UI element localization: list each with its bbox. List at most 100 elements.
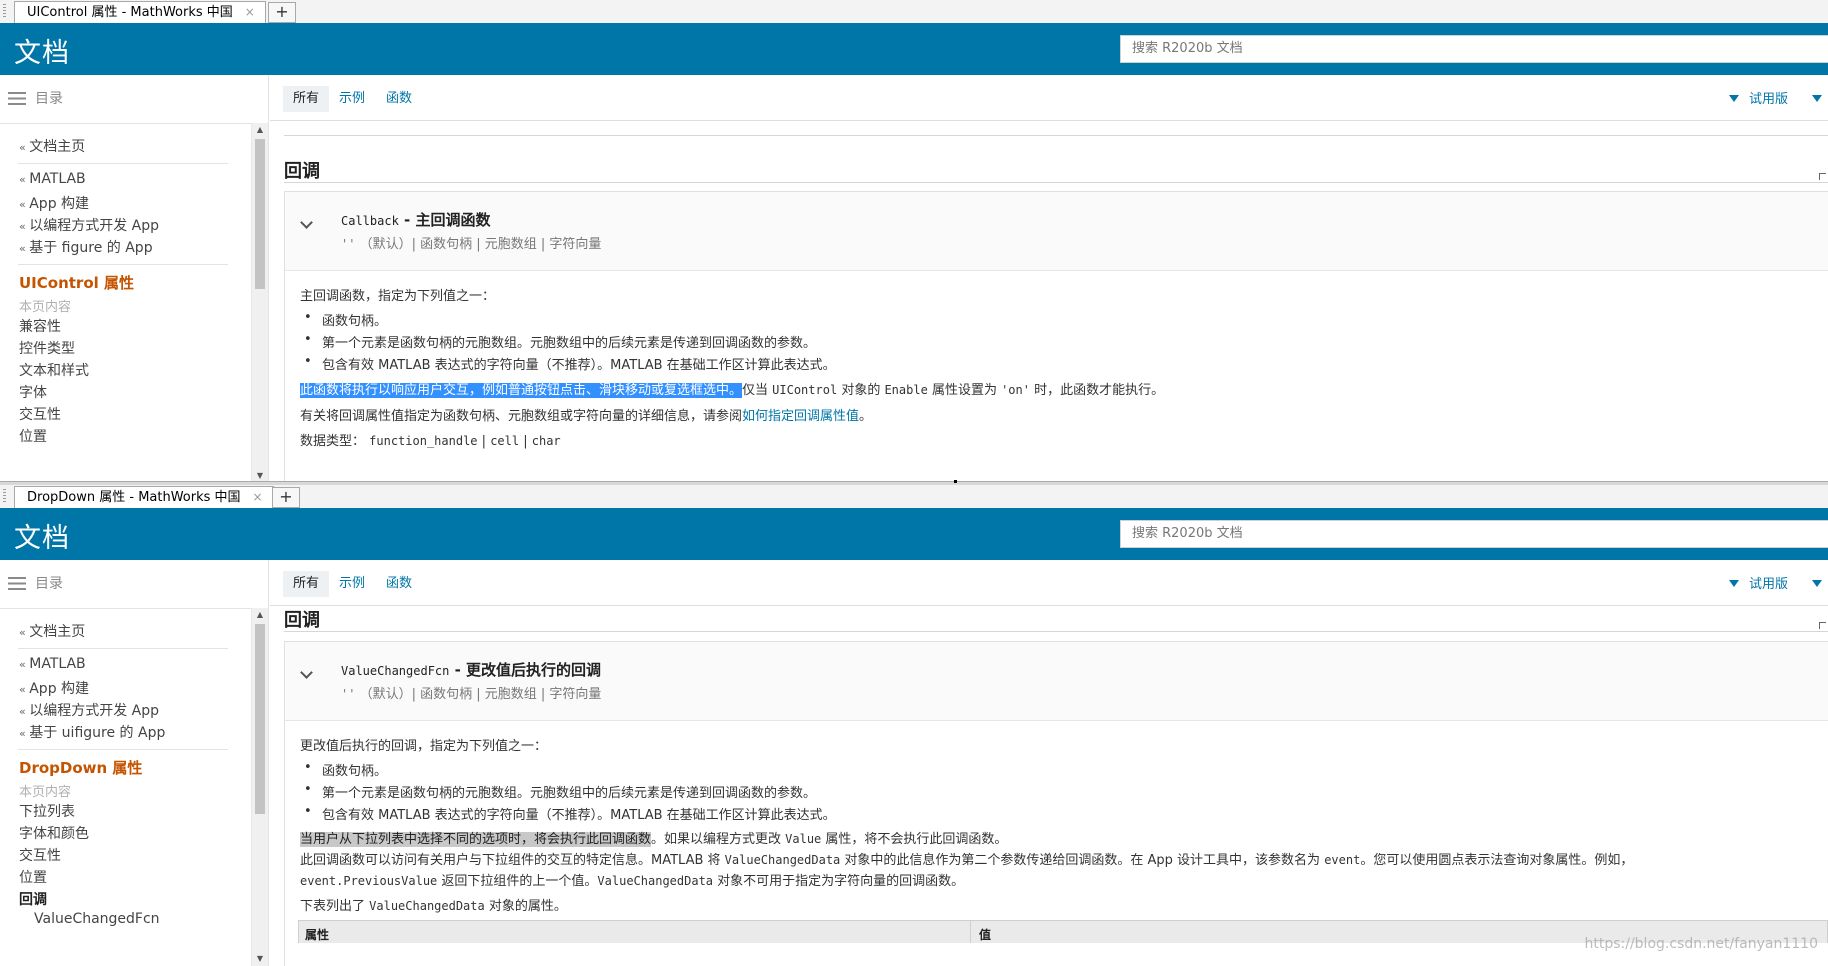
text: 对象的属性。 (484, 899, 567, 914)
text: 此回调函数可以访问有关用户与下拉组件的交互的特定信息。MATLAB 将 (300, 853, 725, 868)
toc-back-link[interactable]: 基于 uifigure 的 App (19, 722, 165, 742)
download-icon[interactable] (1812, 580, 1822, 587)
toc-section-link[interactable]: 位置 (19, 867, 47, 887)
toc-home-link[interactable]: 文档主页 (19, 621, 85, 641)
description-line: 此函数将执行以响应用户交互，例如普通按钮点击、滑块移动或复选框选中。仅当 UIC… (300, 379, 1164, 398)
new-tab-button[interactable]: + (272, 487, 300, 508)
splitter-handle[interactable] (954, 480, 957, 483)
doc-content: 回调 Callback - 主回调函数 '' （默认）| 函数句柄 | 元胞数组… (284, 121, 1828, 483)
chevron-down-icon[interactable] (300, 216, 313, 229)
property-header[interactable]: ValueChangedFcn - 更改值后执行的回调 '' （默认）| 函数句… (285, 642, 1828, 721)
scroll-thumb[interactable] (255, 624, 265, 814)
trial-link[interactable]: 试用版 (1728, 573, 1788, 592)
tab-examples[interactable]: 示例 (329, 86, 375, 112)
browser-tab[interactable]: UIControl 属性 - MathWorks 中国 × (14, 1, 266, 23)
toc-sidebar: 目录 文档主页 MATLAB App 构建 以编程方式开发 App 基于 uif… (0, 560, 269, 966)
section-rule (284, 135, 1828, 136)
data-type: char (531, 434, 561, 448)
browser-tab[interactable]: DropDown 属性 - MathWorks 中国 × (14, 486, 274, 508)
doc-content: 回调 ValueChangedFcn - 更改值后执行的回调 '' （默认）| … (284, 606, 1828, 966)
toc-current-page[interactable]: DropDown 属性 (19, 757, 142, 778)
brand-title[interactable]: 文档 (14, 516, 70, 555)
bullet-item: 函数句柄。 (304, 760, 387, 779)
text: 对象的 (837, 383, 885, 398)
toc-on-this-page: 本页内容 (19, 785, 72, 800)
code: Enable (884, 383, 928, 397)
toc-header[interactable]: 目录 (0, 75, 268, 124)
download-icon (1728, 580, 1739, 587)
scroll-up-icon[interactable]: ▲ (252, 608, 268, 622)
tab-grip[interactable] (3, 489, 6, 504)
menu-icon[interactable] (8, 577, 26, 590)
text: 返回下拉组件的上一个值。 (437, 874, 598, 889)
tab-all[interactable]: 所有 (283, 86, 330, 112)
tab-title: DropDown 属性 - MathWorks 中国 (27, 490, 241, 505)
text: 。 (859, 409, 873, 424)
text: 仅当 (742, 383, 773, 398)
close-tab-icon[interactable]: × (245, 2, 255, 23)
bullet-item: 包含有效 MATLAB 表达式的字符向量（不推荐）。MATLAB 在基础工作区计… (304, 354, 836, 373)
code: Value (785, 832, 822, 846)
description-line: 当用户从下拉列表中选择不同的选项时，将会执行此回调函数。如果以编程方式更改 Va… (300, 828, 1007, 847)
toc-section-link[interactable]: 位置 (19, 426, 47, 446)
toc-section-link-active[interactable]: 回调 (19, 889, 47, 909)
toc-section-link[interactable]: 控件类型 (19, 338, 75, 358)
toc-section-link[interactable]: 交互性 (19, 845, 61, 865)
toc-back-link[interactable]: 基于 figure 的 App (19, 237, 152, 257)
toc-back-link[interactable]: 以编程方式开发 App (19, 700, 159, 720)
close-tab-icon[interactable]: × (253, 487, 263, 508)
types-text: （默认）| 函数句柄 | 元胞数组 | 字符向量 (359, 687, 602, 702)
trial-link[interactable]: 试用版 (1728, 88, 1788, 107)
scroll-thumb[interactable] (255, 139, 265, 289)
tab-functions[interactable]: 函数 (376, 571, 422, 597)
scroll-up-icon[interactable]: ▲ (252, 123, 268, 137)
table-intro-line: 下表列出了 ValueChangedData 对象的属性。 (300, 895, 567, 914)
callback-help-link[interactable]: 如何指定回调属性值 (742, 409, 859, 424)
brand-title[interactable]: 文档 (14, 31, 70, 70)
toc-scrollbar[interactable]: ▲ ▼ (251, 123, 268, 483)
toc-section-link[interactable]: 交互性 (19, 404, 61, 424)
toc-back-link[interactable]: App 构建 (19, 678, 89, 698)
search-input[interactable]: 搜索 R2020b 文档 (1120, 520, 1828, 548)
scroll-down-icon[interactable]: ▼ (252, 952, 268, 966)
default-value: '' (341, 687, 356, 701)
tab-functions[interactable]: 函数 (376, 86, 422, 112)
toc-section-link[interactable]: 文本和样式 (19, 360, 89, 380)
download-icon (1728, 95, 1739, 102)
toc-section-link[interactable]: 下拉列表 (19, 801, 75, 821)
code: UIControl (772, 383, 838, 397)
toc-back-link[interactable]: MATLAB (19, 656, 85, 672)
chevron-down-icon[interactable] (300, 666, 313, 679)
bullet-item: 第一个元素是函数句柄的元胞数组。元胞数组中的后续元素是传递到回调函数的参数。 (304, 332, 816, 351)
toc-label: 目录 (35, 576, 63, 592)
toc-back-link[interactable]: MATLAB (19, 171, 85, 187)
toc-header[interactable]: 目录 (0, 560, 268, 609)
default-value: '' (341, 237, 356, 251)
toc-section-link[interactable]: 字体和颜色 (19, 823, 89, 843)
toc-back-link[interactable]: App 构建 (19, 193, 89, 213)
text: 属性，将不会执行此回调函数。 (821, 832, 1008, 847)
toc-divider (18, 749, 228, 750)
toc-subsection-link[interactable]: ValueChangedFcn (34, 911, 160, 927)
browser-pane-top: UIControl 属性 - MathWorks 中国 × + 文档 搜索 R2… (0, 0, 1828, 483)
toc-current-page[interactable]: UIControl 属性 (19, 272, 134, 293)
new-tab-button[interactable]: + (268, 2, 296, 23)
search-input[interactable]: 搜索 R2020b 文档 (1120, 35, 1828, 63)
table-header-cell: 属性 (305, 928, 330, 942)
property-desc: 主回调函数 (415, 211, 491, 229)
tab-all[interactable]: 所有 (283, 571, 330, 597)
expand-all-icon[interactable] (1819, 173, 1826, 180)
toc-section-link[interactable]: 兼容性 (19, 316, 61, 336)
toc-home-link[interactable]: 文档主页 (19, 136, 85, 156)
menu-icon[interactable] (8, 92, 26, 105)
download-icon[interactable] (1812, 95, 1822, 102)
tab-grip[interactable] (3, 4, 6, 19)
property-header[interactable]: Callback - 主回调函数 '' （默认）| 函数句柄 | 元胞数组 | … (285, 192, 1828, 271)
expand-all-icon[interactable] (1819, 622, 1826, 629)
toc-section-link[interactable]: 字体 (19, 382, 47, 402)
toc-divider (18, 264, 228, 265)
event-info-paragraph: 此回调函数可以访问有关用户与下拉组件的交互的特定信息。MATLAB 将 Valu… (300, 850, 1738, 892)
toc-scrollbar[interactable]: ▲ ▼ (251, 608, 268, 966)
tab-examples[interactable]: 示例 (329, 571, 375, 597)
toc-back-link[interactable]: 以编程方式开发 App (19, 215, 159, 235)
